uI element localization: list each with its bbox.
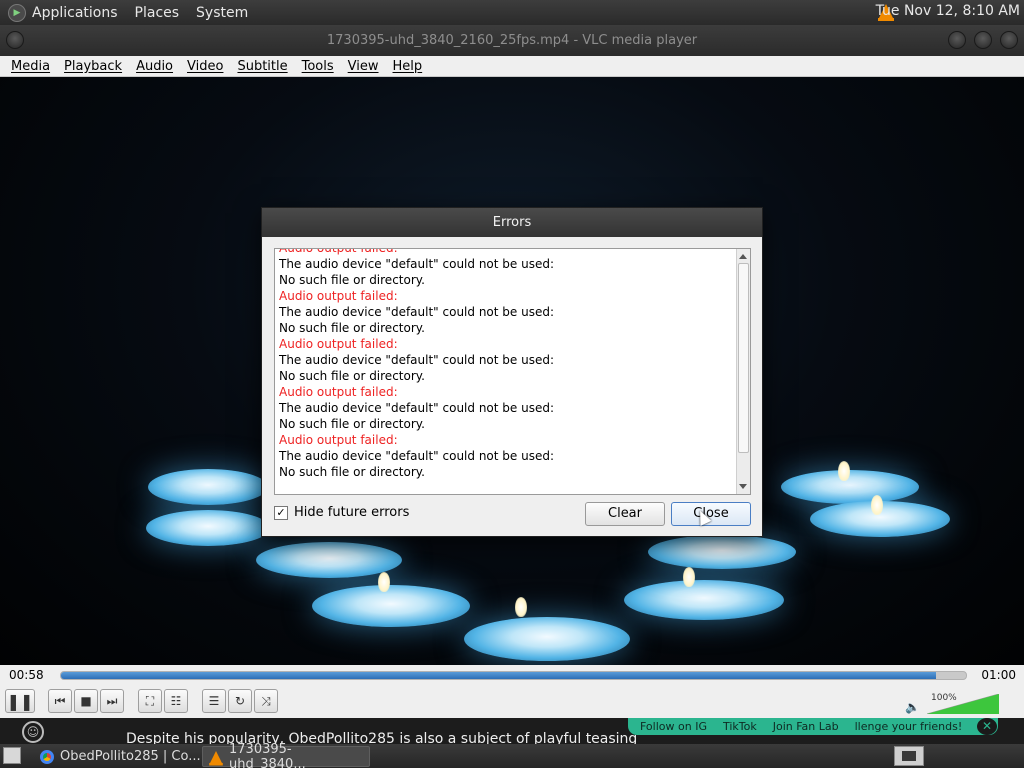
minimize-icon[interactable]	[948, 31, 966, 49]
candle	[312, 585, 470, 627]
error-log-scrollbar[interactable]	[736, 249, 750, 494]
panel-menu-applications[interactable]: Applications	[32, 5, 118, 21]
task-vlc-label: 1730395-uhd_3840...	[229, 741, 306, 768]
menu-playback[interactable]: Playback	[57, 59, 129, 74]
volume-slider[interactable]	[927, 694, 999, 714]
player-controls: ❚❚ ⏮ ■ ⏭ ⛶ ☷ ☰ ↻ ⤨ 🔈 100%	[0, 685, 1024, 718]
error-heading: Audio output failed:	[279, 337, 398, 351]
maximize-icon[interactable]	[974, 31, 992, 49]
flame	[515, 597, 527, 617]
loop-icon[interactable]: ↻	[228, 689, 252, 713]
menu-tools[interactable]: Tools	[295, 59, 341, 74]
window-title: 1730395-uhd_3840_2160_25fps.mp4 - VLC me…	[326, 33, 698, 48]
candle	[148, 469, 268, 505]
vlc-icon	[209, 750, 223, 766]
flame	[378, 572, 390, 592]
browser-caption-text: Despite his popularity, ObedPollito285 i…	[126, 731, 638, 744]
scroll-up-icon[interactable]	[739, 254, 747, 259]
menu-subtitle[interactable]: Subtitle	[230, 59, 294, 74]
candle	[781, 470, 919, 504]
taskbar: ObedPollito285 | Co... 1730395-uhd_3840.…	[0, 742, 1024, 768]
error-line: No such file or directory.	[279, 321, 425, 335]
hide-future-errors-checkbox[interactable]: ✓	[274, 505, 288, 520]
flame	[838, 461, 850, 481]
flame	[871, 495, 883, 515]
promo-follow-ig[interactable]: Follow on IG	[640, 720, 707, 733]
error-heading: Audio output failed:	[279, 385, 398, 399]
error-line: No such file or directory.	[279, 369, 425, 383]
task-browser[interactable]: ObedPollito285 | Co...	[34, 746, 207, 767]
error-line: The audio device "default" could not be …	[279, 353, 554, 367]
error-heading-partial: Audio output failed:	[279, 248, 398, 255]
promo-close-icon[interactable]: ✕	[977, 718, 997, 735]
panel-menu-system[interactable]: System	[196, 5, 248, 21]
workspace-switcher[interactable]	[894, 746, 924, 766]
skip-next-icon[interactable]: ⏭	[100, 689, 124, 713]
hide-future-errors-label[interactable]: Hide future errors	[294, 505, 409, 520]
scroll-thumb[interactable]	[738, 263, 749, 453]
menu-audio[interactable]: Audio	[129, 59, 180, 74]
panel-menu-places[interactable]: Places	[135, 5, 180, 21]
task-vlc[interactable]: 1730395-uhd_3840...	[202, 742, 370, 768]
menubar: Media Playback Audio Video Subtitle Tool…	[0, 56, 1024, 77]
equalizer-icon[interactable]: ☷	[164, 689, 188, 713]
hide-future-errors-row[interactable]: ✓ Hide future errors	[274, 505, 409, 520]
seek-progress-fill	[61, 672, 937, 679]
clear-button[interactable]: Clear	[585, 502, 665, 526]
scroll-down-icon[interactable]	[739, 484, 747, 489]
time-elapsed[interactable]: 00:58	[9, 668, 44, 682]
menu-video[interactable]: Video	[180, 59, 230, 74]
promo-fan-lab[interactable]: Join Fan Lab	[773, 720, 839, 733]
seek-slider[interactable]	[60, 671, 967, 680]
flame	[683, 567, 695, 587]
error-line: No such file or directory.	[279, 273, 425, 287]
candle	[648, 535, 796, 569]
promo-challenge[interactable]: llenge your friends!	[855, 720, 963, 733]
promo-bar: Follow on IG TikTok Join Fan Lab llenge …	[628, 718, 998, 735]
menu-media[interactable]: Media	[4, 59, 57, 74]
close-button[interactable]: Close	[671, 502, 751, 526]
promo-tiktok[interactable]: TikTok	[723, 720, 757, 733]
shuffle-icon[interactable]: ⤨	[254, 689, 278, 713]
time-total[interactable]: 01:00	[981, 668, 1016, 682]
candle	[624, 580, 784, 620]
dialog-title[interactable]: Errors	[262, 208, 762, 237]
error-heading: Audio output failed:	[279, 433, 398, 447]
chrome-icon	[40, 749, 54, 764]
stop-icon[interactable]: ■	[74, 689, 98, 713]
seek-bar-row: 00:58 01:00	[0, 665, 1024, 685]
background-browser-strip: ☺ Despite his popularity, ObedPollito285…	[0, 718, 1024, 744]
show-desktop-icon[interactable]	[3, 747, 21, 764]
error-lines: Audio output failed: The audio device "d…	[279, 248, 734, 480]
panel-clock[interactable]: Tue Nov 12, 8:10 AM	[876, 3, 1020, 19]
playlist-icon[interactable]: ☰	[202, 689, 226, 713]
top-panel: ▶ Applications Places System Tue Nov 12,…	[0, 0, 1024, 25]
error-line: The audio device "default" could not be …	[279, 305, 554, 319]
user-circle-icon: ☺	[22, 721, 44, 743]
error-line: The audio device "default" could not be …	[279, 449, 554, 463]
task-browser-label: ObedPollito285 | Co...	[60, 749, 201, 764]
window-menu-icon[interactable]	[6, 31, 24, 49]
speaker-icon[interactable]: 🔈	[905, 700, 920, 714]
close-window-icon[interactable]	[1000, 31, 1018, 49]
fullscreen-icon[interactable]: ⛶	[138, 689, 162, 713]
candle	[146, 510, 270, 546]
candle	[464, 617, 630, 661]
error-line: No such file or directory.	[279, 465, 425, 479]
pause-icon[interactable]: ❚❚	[5, 689, 35, 713]
error-heading: Audio output failed:	[279, 289, 398, 303]
error-log[interactable]: Audio output failed: The audio device "d…	[274, 248, 751, 495]
menu-help[interactable]: Help	[386, 59, 430, 74]
skip-previous-icon[interactable]: ⏮	[48, 689, 72, 713]
error-line: The audio device "default" could not be …	[279, 401, 554, 415]
menu-view[interactable]: View	[341, 59, 386, 74]
window-titlebar[interactable]: 1730395-uhd_3840_2160_25fps.mp4 - VLC me…	[0, 25, 1024, 56]
error-line: The audio device "default" could not be …	[279, 257, 554, 271]
applications-logo-icon[interactable]: ▶	[8, 3, 26, 22]
errors-dialog: Errors Audio output failed: The audio de…	[261, 207, 763, 537]
error-line: No such file or directory.	[279, 417, 425, 431]
